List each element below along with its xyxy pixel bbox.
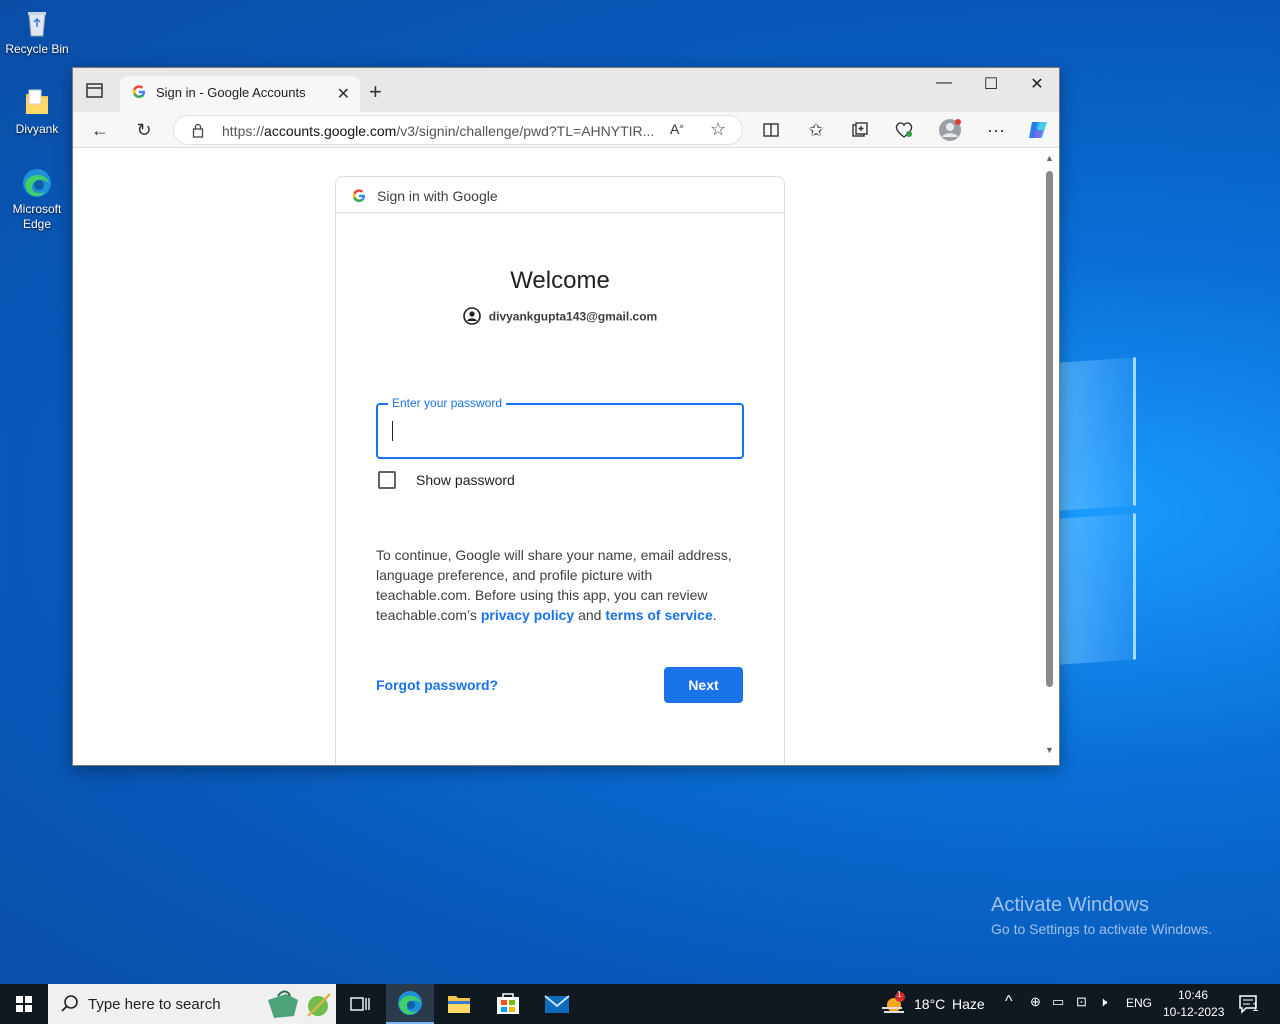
language-indicator[interactable]: ENG: [1126, 996, 1152, 1010]
file-explorer-icon[interactable]: [435, 984, 483, 1024]
task-view-icon[interactable]: [336, 984, 384, 1024]
browser-toolbar: ← ↻ https://accounts.google.com/v3/signi…: [73, 112, 1059, 148]
page-viewport: Sign in with Google Welcome divyankgupta…: [76, 149, 1056, 764]
clock-date[interactable]: 10-12-2023: [1163, 1005, 1224, 1019]
show-hidden-icons-icon[interactable]: ^: [1005, 993, 1013, 1011]
weather-badge: 1: [897, 990, 902, 999]
text-caret: [392, 421, 393, 441]
recycle-bin-icon: [20, 6, 54, 40]
weather-desc[interactable]: Haze: [952, 996, 985, 1012]
read-aloud-icon[interactable]: A»: [670, 121, 684, 137]
vertical-scrollbar[interactable]: ▲ ▼: [1042, 149, 1056, 763]
checkbox-icon[interactable]: [378, 471, 396, 489]
signin-card: Sign in with Google Welcome divyankgupta…: [335, 176, 785, 764]
welcome-heading: Welcome: [510, 267, 610, 294]
desktop-icon-edge[interactable]: Microsoft Edge: [4, 166, 70, 232]
privacy-policy-link[interactable]: privacy policy: [481, 607, 574, 623]
profile-avatar[interactable]: [938, 118, 962, 142]
desktop-icon-recycle-bin[interactable]: Recycle Bin: [4, 6, 70, 57]
desktop-icon-label: Microsoft Edge: [12, 202, 62, 231]
weather-temp[interactable]: 18°C: [914, 996, 945, 1012]
terms-of-service-link[interactable]: terms of service: [605, 607, 712, 623]
windows-start-icon: [16, 996, 32, 1012]
new-tab-icon[interactable]: +: [369, 79, 382, 105]
browser-tab[interactable]: Sign in - Google Accounts ✕: [120, 76, 360, 112]
account-email: divyankgupta143@gmail.com: [488, 309, 658, 324]
edge-icon: [20, 166, 54, 200]
activate-windows-watermark: Activate Windows Go to Settings to activ…: [991, 894, 1212, 937]
mail-icon[interactable]: [533, 984, 581, 1024]
close-tab-icon[interactable]: ✕: [337, 84, 350, 104]
signin-header-text: Sign in with Google: [377, 188, 498, 204]
title-bar: Sign in - Google Accounts ✕ + — ☐ ✕: [73, 68, 1059, 112]
search-highlight-icon: [258, 988, 332, 1024]
more-options-icon[interactable]: ···: [984, 118, 1008, 142]
show-password-label: Show password: [416, 472, 515, 488]
address-bar[interactable]: https://accounts.google.com/v3/signin/ch…: [173, 115, 743, 145]
account-chip[interactable]: divyankgupta143@gmail.com: [336, 307, 784, 328]
url-text: https://accounts.google.com/v3/signin/ch…: [222, 123, 655, 139]
tab-actions-icon[interactable]: [83, 80, 111, 104]
tab-title: Sign in - Google Accounts: [156, 85, 306, 100]
network-icon[interactable]: ⊡: [1076, 994, 1087, 1010]
scroll-down-icon[interactable]: ▼: [1045, 745, 1054, 755]
signin-card-header: Sign in with Google: [336, 177, 784, 213]
taskbar: Type here to search 1 18°C Haze ^ ⊕ ▭ ⊡ …: [0, 984, 1280, 1024]
collections-icon[interactable]: [848, 118, 872, 142]
favorite-star-icon[interactable]: ☆: [710, 119, 726, 140]
minimize-icon[interactable]: —: [921, 74, 967, 92]
scroll-up-icon[interactable]: ▲: [1045, 153, 1054, 163]
google-logo-icon: [352, 189, 366, 208]
back-icon[interactable]: ←: [88, 118, 112, 142]
lock-icon: [192, 123, 204, 143]
copilot-icon[interactable]: [1026, 118, 1050, 142]
close-window-icon[interactable]: ✕: [1014, 74, 1060, 94]
desktop-icon-label: Recycle Bin: [5, 42, 69, 56]
clock-time[interactable]: 10:46: [1178, 988, 1208, 1002]
battery-icon[interactable]: ▭: [1052, 994, 1064, 1010]
desktop-icon-label: Divyank: [15, 122, 59, 136]
microsoft-store-icon[interactable]: [484, 984, 532, 1024]
browser-essentials-icon[interactable]: [892, 118, 916, 142]
password-label: Enter your password: [388, 396, 507, 410]
password-input[interactable]: Enter your password: [376, 396, 744, 459]
account-circle-icon: [462, 307, 481, 328]
forgot-password-link[interactable]: Forgot password?: [376, 677, 498, 693]
browser-window: Sign in - Google Accounts ✕ + — ☐ ✕ ← ↻ …: [72, 67, 1060, 766]
taskbar-search-box[interactable]: Type here to search: [48, 984, 336, 1024]
consent-text: To continue, Google will share your name…: [376, 547, 732, 623]
next-button[interactable]: Next: [664, 667, 743, 703]
maximize-icon[interactable]: ☐: [968, 74, 1014, 94]
split-screen-icon[interactable]: [759, 118, 783, 142]
notification-count: 1: [1252, 1000, 1259, 1014]
folder-icon: [20, 86, 54, 120]
meet-now-icon[interactable]: ⊕: [1030, 994, 1041, 1010]
weather-icon[interactable]: [880, 992, 908, 1023]
refresh-icon[interactable]: ↻: [132, 118, 156, 142]
volume-muted-icon[interactable]: 🕨: [1099, 994, 1107, 1010]
taskbar-edge-icon[interactable]: [386, 984, 434, 1024]
scroll-thumb[interactable]: [1046, 171, 1053, 687]
search-icon: [60, 994, 80, 1019]
windows-logo-wallpaper: [1060, 357, 1140, 670]
start-button[interactable]: [0, 984, 48, 1024]
search-placeholder: Type here to search: [88, 996, 221, 1013]
desktop-icon-divyank[interactable]: Divyank: [4, 86, 70, 137]
google-favicon-icon: [132, 85, 146, 102]
favorites-icon[interactable]: ✩: [804, 118, 828, 142]
